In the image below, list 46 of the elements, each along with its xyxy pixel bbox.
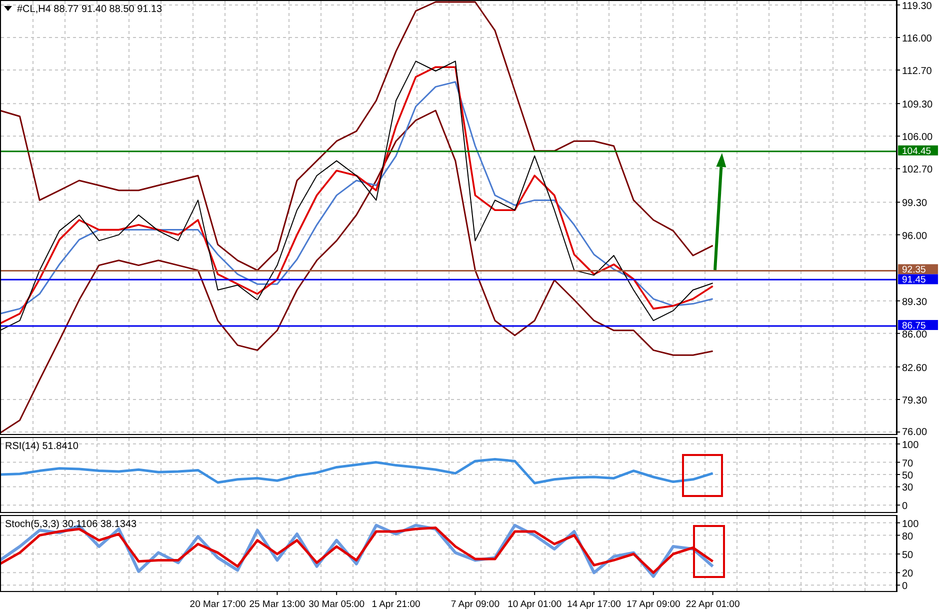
axis-label: 14 Apr 17:00	[567, 599, 621, 610]
axis-label: 30 Mar 05:00	[308, 599, 365, 610]
chart-title: RSI(14) 51.8410	[5, 441, 78, 452]
price-tag: 104.45	[898, 145, 938, 157]
axis-label: 20 Mar 17:00	[190, 599, 246, 610]
axis-label: 116.00	[902, 34, 932, 44]
price-tag: 91.45	[898, 274, 938, 286]
axis-label: 76.00	[902, 427, 928, 437]
axis-label: 102.70	[902, 164, 933, 176]
axis-label: 100	[902, 518, 919, 530]
axis-label: 109.30	[902, 100, 933, 111]
axis-label: 70	[902, 458, 914, 470]
axis-label: 20	[902, 568, 914, 580]
caret-icon	[4, 6, 12, 11]
axis-label: 82.60	[902, 362, 928, 374]
axis-label: 112.70	[902, 66, 932, 78]
axis-label: 50	[902, 470, 914, 482]
axis-label: 86.00	[902, 329, 928, 340]
ref-line-label: 91.45	[902, 274, 926, 286]
chart-title: #CL,H4 88.77 91.40 88.50 91.13	[17, 4, 162, 15]
axis-label: 99.30	[902, 198, 928, 210]
axis-label: 7 Apr 09:00	[450, 599, 500, 610]
axis-label: 119.30	[902, 0, 932, 12]
axis-label: 25 Mar 13:00	[249, 599, 306, 610]
axis-label: 10 Apr 01:00	[508, 599, 562, 610]
highlight-box	[693, 525, 725, 578]
axis-label: 17 Apr 09:00	[626, 599, 680, 610]
ref-line-label: 92.35	[902, 264, 926, 276]
ref-line-label: 86.75	[902, 320, 926, 332]
axis-label: 50	[902, 550, 914, 561]
axis-label: 100	[902, 440, 919, 451]
axis-label: 89.30	[902, 296, 928, 308]
axis-label: 30	[902, 482, 914, 494]
axis-label: 80	[902, 531, 914, 542]
axis-label: 96.00	[902, 230, 928, 242]
axis-label: 106.00	[902, 132, 933, 144]
highlight-box	[682, 454, 723, 497]
axis-label: 22 Apr 01:00	[686, 599, 740, 610]
axis-label: 0	[902, 501, 908, 512]
axis-label: 0	[902, 581, 908, 592]
axis-label: 1 Apr 21:00	[372, 599, 420, 610]
chart-title: Stoch(5,3,3) 30.1106 38.1343	[5, 519, 137, 530]
price-tag: 92.35	[898, 264, 938, 276]
axis-label: 79.30	[902, 395, 928, 406]
ref-line-label: 104.45	[902, 146, 932, 157]
price-tag: 86.75	[898, 320, 938, 332]
